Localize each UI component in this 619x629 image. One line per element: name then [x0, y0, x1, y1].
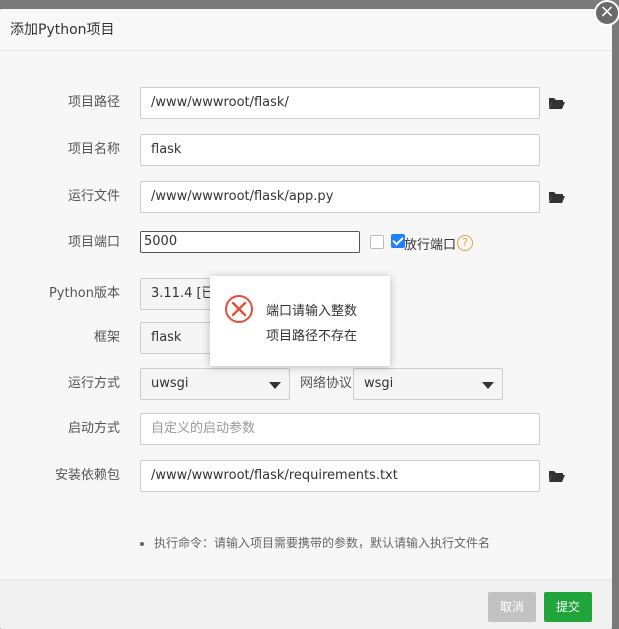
run-file-label: 运行文件 — [67, 189, 120, 204]
row-requirements: 安装依赖包 /www/wwwroot/flask/requirements.tx… — [0, 460, 612, 492]
project-port-input[interactable]: 5000 — [140, 231, 360, 253]
protocol-select[interactable]: wsgi — [353, 368, 503, 400]
requirements-label: 安装依赖包 — [54, 468, 120, 483]
error-x-icon — [225, 295, 253, 323]
row-project-path: 项目路径 /www/wwwroot/flask/ — [0, 87, 612, 119]
folder-open-icon[interactable] — [548, 95, 566, 111]
start-mode-input[interactable]: 自定义的启动参数 — [140, 413, 540, 445]
project-name-input[interactable]: flask — [140, 134, 540, 166]
dialog-title: 添加Python项目 — [0, 9, 612, 51]
bullet-icon — [140, 541, 144, 546]
folder-open-icon[interactable] — [548, 189, 566, 205]
protocol-value: wsgi — [364, 376, 394, 391]
run-mode-label: 运行方式 — [67, 376, 120, 391]
row-run-mode: 运行方式 uwsgi 网络协议 wsgi — [0, 368, 612, 400]
row-start-mode: 启动方式 自定义的启动参数 — [0, 413, 612, 445]
toast-message-port: 端口请输入整数 — [266, 304, 358, 319]
toast-message-path: 项目路径不存在 — [266, 329, 358, 344]
run-file-input[interactable]: /www/wwwroot/flask/app.py — [140, 181, 540, 213]
requirements-input[interactable]: /www/wwwroot/flask/requirements.txt — [140, 460, 540, 492]
cancel-button[interactable]: 取消 — [488, 592, 537, 622]
close-button[interactable]: × — [594, 0, 619, 26]
row-run-file: 运行文件 /www/wwwroot/flask/app.py — [0, 181, 612, 213]
chevron-down-icon — [269, 382, 281, 389]
project-name-label: 项目名称 — [67, 142, 120, 157]
row-project-name: 项目名称 flask — [0, 134, 612, 166]
port-extra-checkbox[interactable] — [370, 235, 384, 249]
submit-button[interactable]: 提交 — [544, 592, 593, 622]
chevron-down-icon — [482, 382, 494, 389]
dialog-footer: 取消 提交 — [0, 579, 612, 629]
folder-open-icon[interactable] — [548, 468, 566, 484]
project-path-input[interactable]: /www/wwwroot/flask/ — [140, 87, 540, 119]
hint-label: 执行命令：请输入项目需要携带的参数，默认请输入执行文件名 — [154, 536, 491, 550]
release-port-label: 放行端口 — [404, 238, 457, 253]
help-icon[interactable]: ? — [457, 235, 473, 251]
protocol-label: 网络协议 — [300, 376, 353, 391]
python-version-label: Python版本 — [48, 286, 120, 301]
run-mode-value: uwsgi — [151, 376, 189, 391]
release-port-checkbox[interactable] — [391, 234, 405, 248]
start-mode-label: 启动方式 — [67, 421, 120, 436]
hint-text: 执行命令：请输入项目需要携带的参数，默认请输入执行文件名 — [140, 534, 490, 551]
project-port-label: 项目端口 — [67, 235, 120, 250]
framework-label: 框架 — [93, 330, 120, 345]
row-project-port: 项目端口 5000 放行端口 ? — [0, 231, 612, 263]
error-toast: 端口请输入整数 项目路径不存在 — [210, 276, 390, 366]
run-mode-select[interactable]: uwsgi — [140, 368, 290, 400]
project-path-label: 项目路径 — [67, 95, 120, 110]
